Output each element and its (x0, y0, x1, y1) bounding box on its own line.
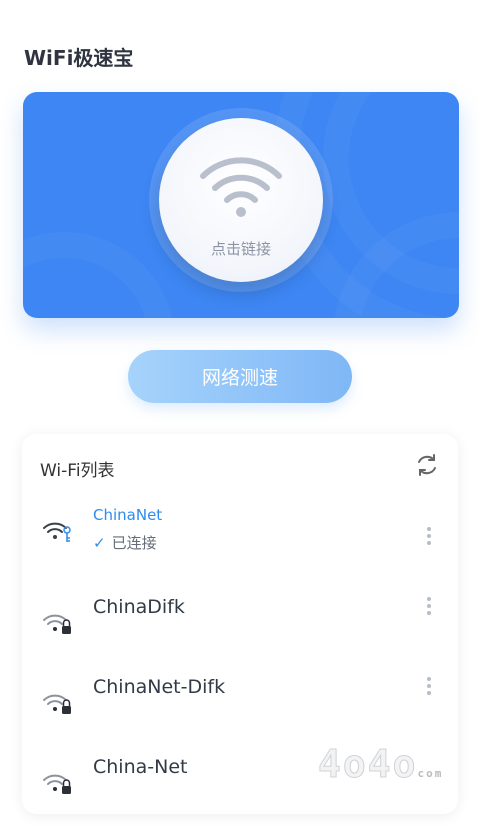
ssid-label: China-Net (93, 756, 188, 778)
more-icon[interactable] (424, 594, 434, 618)
connect-panel: 点击链接 (23, 92, 459, 318)
wifi-list-title: Wi-Fi列表 (40, 461, 115, 481)
ssid-label: ChinaDifk (93, 596, 185, 618)
wifi-lock-icon (43, 614, 71, 634)
wifi-row[interactable]: ChinaNet-Difk (22, 666, 458, 746)
speed-test-button[interactable]: 网络测速 (128, 350, 352, 403)
app-title: WiFi极速宝 (24, 46, 134, 70)
connect-label: 点击链接 (210, 240, 271, 258)
more-icon[interactable] (424, 674, 434, 698)
more-icon[interactable] (424, 524, 434, 548)
wifi-lock-icon (43, 694, 71, 714)
wifi-key-icon (43, 522, 71, 542)
connection-status: ✓ 已连接 (93, 532, 157, 553)
check-icon: ✓ (93, 534, 106, 552)
wifi-lock-icon (43, 774, 71, 794)
ssid-label: ChinaNet (93, 506, 163, 524)
wifi-icon (200, 157, 282, 217)
wifi-row[interactable]: ChinaDifk (22, 586, 458, 666)
ssid-label: ChinaNet-Difk (93, 676, 226, 698)
watermark-text: 4o4o (318, 742, 418, 787)
wifi-row[interactable]: ChinaNet ✓ 已连接 (22, 506, 458, 586)
status-label: 已连接 (111, 534, 157, 552)
decor-ring (23, 232, 175, 318)
connect-button[interactable]: 点击链接 (159, 118, 323, 282)
refresh-icon[interactable] (414, 452, 440, 478)
watermark-logo: 4o4ocom (318, 742, 468, 790)
watermark-suffix: com (417, 767, 444, 780)
